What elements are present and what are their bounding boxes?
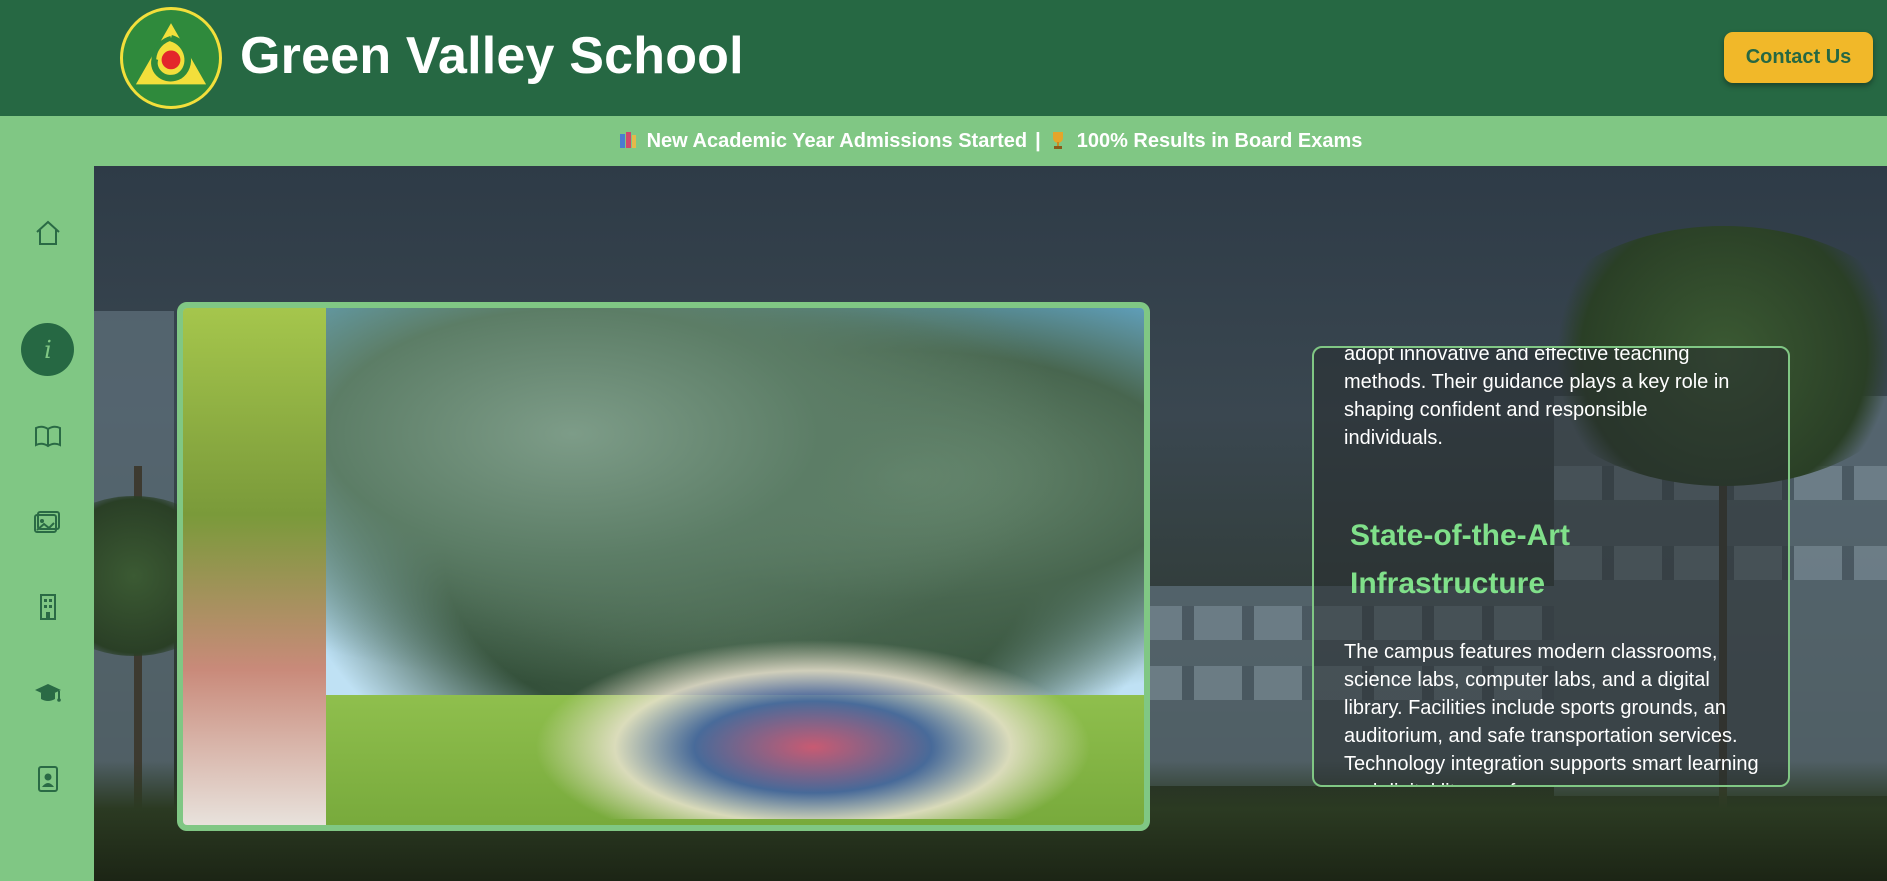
site-title: Green Valley School	[240, 27, 744, 85]
sidebar-item-academics[interactable]	[21, 409, 74, 462]
info-heading: State-of-the-Art Infrastructure	[1350, 519, 1570, 600]
trophy-icon	[1052, 131, 1063, 149]
site-header: Green Valley School Contact Us	[0, 0, 1887, 116]
ticker-separator: |	[1035, 129, 1041, 152]
featured-photo[interactable]	[177, 302, 1150, 831]
books-icon	[619, 131, 636, 148]
contact-card-icon	[37, 765, 58, 792]
sidebar-item-home[interactable]	[21, 206, 74, 259]
home-icon	[35, 220, 60, 245]
ticker-item-results[interactable]: 100% Results in Board Exams	[1049, 130, 1362, 153]
building-icon	[39, 593, 56, 620]
info-intro-text: adopt innovative and effective teaching …	[1344, 346, 1730, 449]
sidebar-item-info[interactable]: i	[21, 323, 74, 376]
contact-us-button[interactable]: Contact Us	[1724, 32, 1873, 83]
school-logo[interactable]	[120, 7, 222, 109]
sidebar-item-gallery[interactable]	[21, 494, 74, 547]
announcement-ticker: New Academic Year Admissions Started | 1…	[94, 116, 1887, 166]
info-body-text: The campus features modern classrooms, s…	[1344, 641, 1759, 785]
ticker-item-admissions[interactable]: New Academic Year Admissions Started	[619, 130, 1027, 153]
book-icon	[34, 425, 61, 447]
graduation-cap-icon	[34, 683, 61, 702]
info-scroll-card[interactable]: adopt innovative and effective teaching …	[1312, 346, 1790, 787]
sidebar-item-contact[interactable]	[21, 752, 74, 805]
svg-text:i: i	[44, 336, 52, 364]
gallery-icon	[33, 510, 60, 533]
sidebar-item-facilities[interactable]	[21, 580, 74, 633]
info-icon: i	[44, 336, 52, 364]
sidebar-nav: i	[0, 116, 94, 881]
sidebar-item-admissions[interactable]	[21, 666, 74, 719]
